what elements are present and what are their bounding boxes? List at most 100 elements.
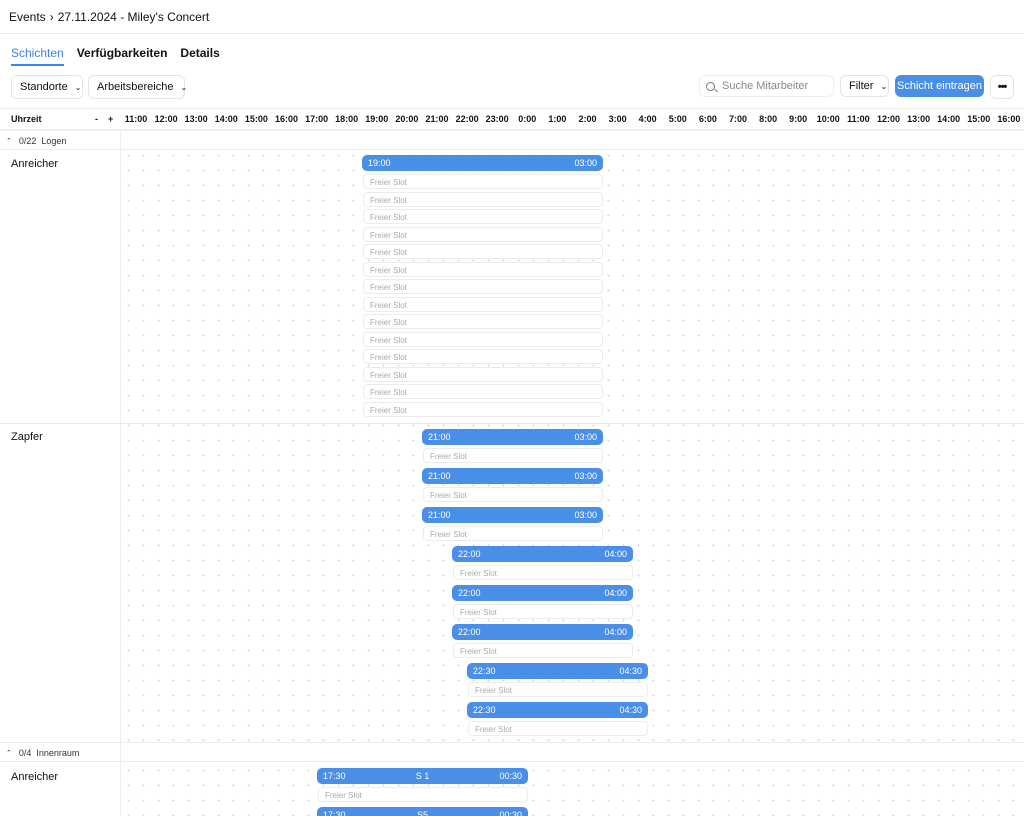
add-shift-button[interactable]: Schicht eintragen — [895, 75, 984, 97]
shift-bar[interactable]: 22:00 04:00 — [452, 624, 633, 640]
shift-bar[interactable]: 21:00 03:00 — [422, 468, 603, 484]
hour-label: 9:00 — [789, 114, 808, 124]
free-slot[interactable]: Freier Slot — [468, 721, 648, 736]
shift-bar[interactable]: 19:00 03:00 — [362, 155, 603, 171]
free-slot[interactable]: Freier Slot — [468, 682, 648, 697]
free-slot[interactable]: Freier Slot — [318, 787, 528, 802]
hour-label: 12:00 — [154, 114, 178, 124]
more-horizontal-icon[interactable]: ••• — [990, 75, 1014, 99]
search-input[interactable]: Suche Mitarbeiter — [699, 75, 834, 97]
zoom-out-button[interactable]: - — [95, 114, 98, 124]
shift-start-time: 21:00 — [428, 471, 451, 481]
shift-bar[interactable]: 22:00 04:00 — [452, 546, 633, 562]
hour-label: 2:00 — [578, 114, 597, 124]
shift-start-time: 19:00 — [368, 158, 391, 168]
hour-label: 16:00 — [997, 114, 1021, 124]
free-slot[interactable]: Freier Slot — [363, 366, 603, 382]
chevron-down-icon: ⌄ — [74, 82, 82, 92]
shift-end-time: 03:00 — [574, 432, 597, 442]
free-slot[interactable]: Freier Slot — [363, 384, 603, 399]
search-icon — [706, 81, 715, 91]
breadcrumb: Events › 27.11.2024 - Miley's Concert — [0, 0, 1024, 34]
hour-label: 13:00 — [907, 114, 931, 124]
hour-label: 18:00 — [335, 114, 359, 124]
free-slot[interactable]: Freier Slot — [363, 226, 603, 242]
breadcrumb-parent[interactable]: Events — [9, 10, 46, 24]
shift-end-time: 03:00 — [574, 158, 597, 168]
areas-label: Arbeitsbereiche — [97, 81, 174, 93]
tab-verfuegbarkeiten[interactable]: Verfügbarkeiten — [77, 38, 168, 66]
free-slot[interactable]: Freier Slot — [363, 296, 603, 312]
hour-label: 14:00 — [214, 114, 238, 124]
chevron-up-icon[interactable]: ⌃ — [6, 749, 12, 757]
locations-dropdown[interactable]: Standorte ⌄ — [11, 75, 83, 99]
filter-label: Filter — [849, 80, 874, 92]
free-slot[interactable]: Freier Slot — [363, 314, 603, 329]
time-header: Uhrzeit - + 11:00 12:00 13:00 14:00 15:00 16:… — [0, 108, 1024, 130]
row-label-zapfer: Zapfer — [11, 431, 43, 443]
shift-end-time: 04:00 — [604, 588, 627, 598]
free-slot[interactable]: Freier Slot — [363, 279, 603, 294]
free-slot[interactable]: Freier Slot — [453, 604, 633, 619]
shift-end-time: 00:30 — [499, 771, 522, 781]
toolbar: Standorte ⌄ Arbeitsbereiche ⌄ Suche Mita… — [0, 72, 1024, 102]
free-slot[interactable]: Freier Slot — [423, 526, 603, 541]
chevron-down-icon: ⌄ — [180, 82, 188, 92]
free-slot[interactable]: Freier Slot — [363, 209, 603, 224]
free-slot[interactable]: Freier Slot — [363, 174, 603, 189]
shift-bar[interactable]: 17:30 S 1 00:30 — [317, 768, 528, 784]
hour-label: 12:00 — [876, 114, 901, 124]
shift-end-time: 04:00 — [604, 549, 627, 559]
section-header-logen[interactable]: ⌃ 0/22 Logen — [0, 130, 1024, 150]
shift-start-time: 22:30 — [473, 705, 496, 715]
hour-label: 7:00 — [728, 114, 747, 124]
free-slot[interactable]: Freier Slot — [423, 487, 603, 502]
free-slot[interactable]: Freier Slot — [423, 448, 603, 463]
free-slot[interactable]: Freier Slot — [363, 261, 603, 277]
free-slot[interactable]: Freier Slot — [363, 349, 603, 364]
shift-name: S5 — [416, 810, 428, 816]
tab-bar: Schichten Verfügbarkeiten Details — [0, 38, 233, 68]
tab-schichten[interactable]: Schichten — [11, 38, 64, 66]
shift-start-time: 22:30 — [473, 666, 496, 676]
free-slot[interactable]: Freier Slot — [453, 565, 633, 580]
shift-bar[interactable]: 21:00 03:00 — [422, 429, 603, 445]
free-slot[interactable]: Freier Slot — [363, 401, 603, 417]
section-name: Innenraum — [36, 747, 80, 758]
shift-start-time: 21:00 — [428, 432, 451, 442]
hour-label: 8:00 — [759, 114, 778, 124]
shift-bar[interactable]: 21:00 03:00 — [422, 507, 603, 523]
areas-dropdown[interactable]: Arbeitsbereiche ⌄ — [88, 75, 188, 99]
hour-label: 13:00 — [184, 114, 208, 124]
row-label-column — [0, 130, 121, 816]
hour-label: 11:00 — [847, 114, 870, 124]
hour-label: 4:00 — [638, 114, 657, 124]
hour-label: 16:00 — [274, 114, 299, 124]
row-label-anreicher: Anreicher — [11, 771, 59, 783]
row-label-anreicher: Anreicher — [11, 158, 59, 170]
free-slot[interactable]: Freier Slot — [363, 191, 603, 207]
shift-end-time: 00:30 — [499, 810, 522, 816]
search-placeholder: Suche Mitarbeiter — [722, 80, 809, 92]
free-slot[interactable]: Freier Slot — [453, 643, 633, 658]
chevron-up-icon[interactable]: ⌃ — [6, 137, 12, 145]
time-header-label: Uhrzeit — [11, 114, 42, 124]
section-header-innenraum[interactable]: ⌃ 0/4 Innenraum — [0, 742, 1024, 762]
shift-start-time: 22:00 — [458, 627, 481, 637]
locations-label: Standorte — [20, 81, 68, 93]
shift-end-time: 04:30 — [619, 666, 642, 676]
tab-details[interactable]: Details — [180, 38, 219, 66]
shift-bar[interactable]: 22:00 04:00 — [452, 585, 633, 601]
section-name: Logen — [41, 135, 67, 146]
section-count: 0/22 — [18, 135, 37, 146]
zoom-in-button[interactable]: + — [108, 114, 113, 124]
breadcrumb-current: 27.11.2024 - Miley's Concert — [57, 9, 210, 24]
filter-dropdown[interactable]: Filter ⌄ — [840, 75, 889, 97]
shift-bar[interactable]: 22:30 04:30 — [467, 663, 648, 679]
free-slot[interactable]: Freier Slot — [363, 331, 603, 347]
row-divider — [0, 423, 1024, 424]
free-slot[interactable]: Freier Slot — [363, 244, 603, 259]
shift-bar[interactable]: 17:30 S5 00:30 — [317, 807, 528, 816]
shift-bar[interactable]: 22:30 04:30 — [467, 702, 648, 718]
hour-label: 3:00 — [608, 114, 627, 124]
